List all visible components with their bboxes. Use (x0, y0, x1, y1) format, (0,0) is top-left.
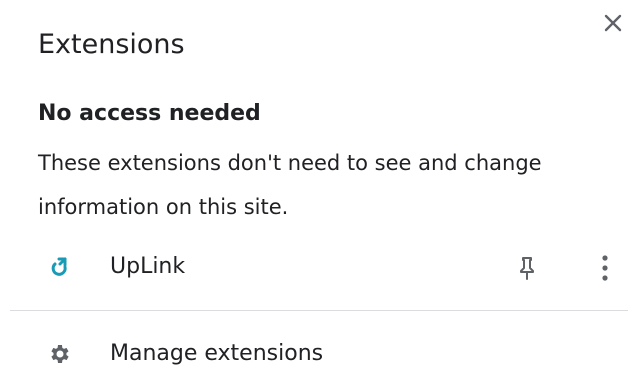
section-description: These extensions don't need to see and c… (38, 151, 542, 219)
more-vertical-icon (602, 255, 608, 281)
extension-name[interactable]: UpLink (110, 253, 185, 281)
manage-extensions-button[interactable]: Manage extensions (0, 330, 628, 368)
close-button[interactable] (596, 6, 628, 40)
gear-icon (51, 345, 69, 363)
panel-title: Extensions (38, 29, 185, 60)
extensions-panel: Extensions No access needed These extens… (0, 0, 628, 368)
close-icon (604, 14, 622, 32)
uplink-icon (51, 257, 67, 276)
pin-button[interactable] (512, 251, 542, 285)
more-options-button[interactable] (590, 251, 620, 285)
section-heading: No access needed (38, 101, 261, 126)
extension-row-uplink[interactable]: UpLink (0, 243, 628, 293)
manage-extensions-label: Manage extensions (110, 341, 324, 366)
divider (10, 310, 628, 311)
pin-icon (520, 257, 534, 280)
